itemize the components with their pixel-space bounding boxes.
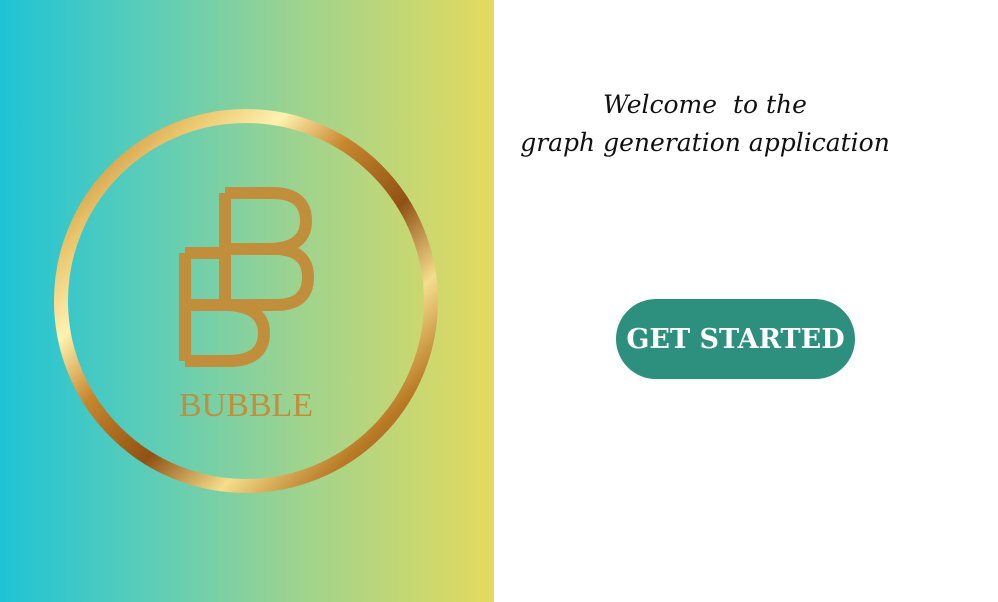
brand-name: BUBBLE xyxy=(178,387,314,424)
app-window: BUBBLE Welcome to the graph generation a… xyxy=(0,0,998,602)
brand-panel: BUBBLE xyxy=(0,0,494,602)
welcome-line-2: graph generation application xyxy=(520,128,890,157)
welcome-panel: Welcome to the graph generation applicat… xyxy=(494,0,998,602)
welcome-heading: Welcome to the graph generation applicat… xyxy=(494,86,916,162)
bubble-logo: BUBBLE xyxy=(50,105,442,497)
bb-monogram-icon xyxy=(179,187,315,367)
welcome-line-1: Welcome to the xyxy=(603,90,807,119)
get-started-button[interactable]: GET STARTED xyxy=(616,299,855,379)
